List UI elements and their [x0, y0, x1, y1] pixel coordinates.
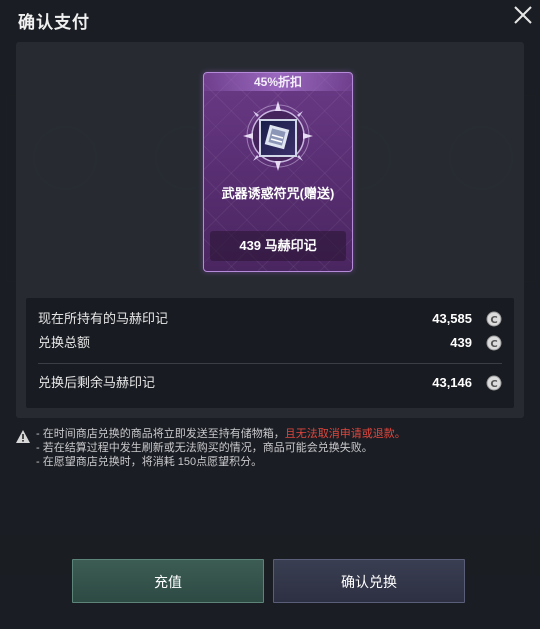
confirm-payment-dialog: 确认支付 45%折扣 武器诱惑符咒(赠送) 439 马赫印记 现在所持有的马赫印… — [0, 0, 540, 629]
svg-text:C: C — [490, 315, 497, 326]
remaining-value: 43,146 — [432, 375, 472, 390]
svg-text:C: C — [490, 379, 497, 390]
recharge-button[interactable]: 充值 — [72, 559, 264, 603]
currency-coin-icon: C — [486, 335, 502, 351]
talisman-icon — [259, 119, 297, 157]
svg-text:C: C — [490, 339, 497, 350]
warning-icon — [16, 430, 30, 443]
notice-line-3: - 在愿望商店兑换时，将消耗 150点愿望积分。 — [36, 456, 263, 468]
discount-badge: 45%折扣 — [204, 73, 352, 91]
held-label: 现在所持有的马赫印记 — [38, 311, 169, 326]
held-row: 现在所持有的马赫印记 43,585 C — [38, 308, 502, 330]
remaining-label: 兑换后剩余马赫印记 — [38, 375, 156, 390]
notice-warning: 且无法取消申请或退款。 — [284, 428, 406, 440]
remaining-row: 兑换后剩余马赫印记 43,146 C — [38, 372, 502, 394]
item-card: 45%折扣 武器诱惑符咒(赠送) 439 马赫印记 — [203, 72, 353, 272]
close-button[interactable] — [510, 2, 536, 28]
close-icon — [514, 6, 532, 24]
payment-summary: 现在所持有的马赫印记 43,585 C 兑换总额 439 C 兑换后剩余马赫印记… — [26, 298, 514, 408]
total-row: 兑换总额 439 C — [38, 332, 502, 354]
currency-coin-icon: C — [486, 375, 502, 391]
currency-coin-icon: C — [486, 311, 502, 327]
total-label: 兑换总额 — [38, 335, 91, 350]
total-value: 439 — [450, 335, 472, 350]
item-name: 武器诱惑符咒(赠送) — [221, 186, 335, 201]
held-value: 43,585 — [432, 311, 472, 326]
dialog-title: 确认支付 — [18, 13, 90, 32]
item-price: 439 马赫印记 — [210, 231, 346, 261]
notice-line-1: - 在时间商店兑换的商品将立即发送至持有储物箱，且无法取消申请或退款。 — [36, 428, 406, 440]
notice-line-2: - 若在结算过程中发生刷新或无法购买的情况，商品可能会兑换失败。 — [36, 442, 373, 454]
confirm-exchange-button[interactable]: 确认兑换 — [273, 559, 465, 603]
summary-divider — [38, 363, 502, 364]
notice-text: - 在时间商店兑换的商品将立即发送至持有储物箱，且无法取消申请或退款。 - 若在… — [36, 427, 406, 469]
